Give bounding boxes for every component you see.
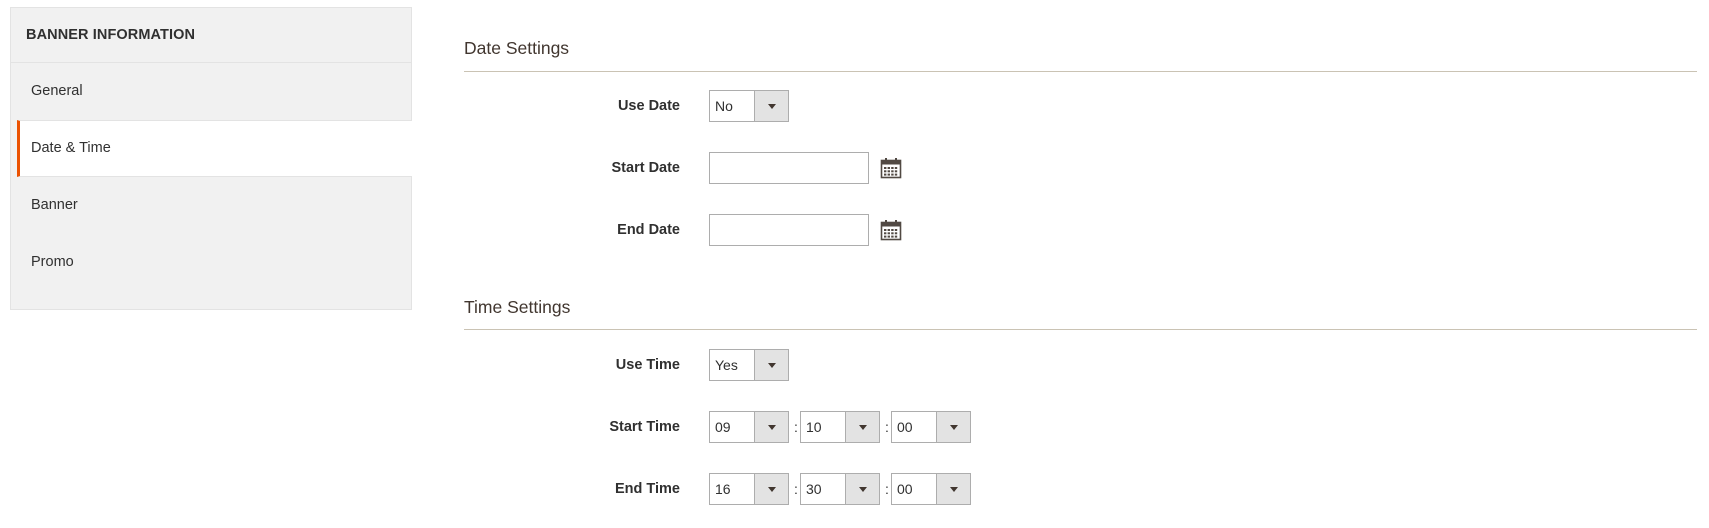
end-time-label: End Time	[615, 481, 680, 497]
time-separator: :	[794, 419, 798, 435]
end-time-hour-select[interactable]: 16	[709, 473, 789, 505]
start-time-minute-select[interactable]: 10	[800, 411, 880, 443]
chevron-down-icon	[845, 412, 879, 442]
use-time-select[interactable]: Yes	[709, 349, 789, 381]
calendar-icon[interactable]	[880, 219, 902, 241]
time-separator: :	[794, 481, 798, 497]
end-date-label: End Date	[617, 222, 680, 238]
start-time-minute-value: 10	[806, 419, 822, 435]
use-date-value: No	[715, 98, 733, 114]
chevron-down-icon	[754, 91, 788, 121]
end-time-second-value: 00	[897, 481, 913, 497]
use-time-label: Use Time	[615, 357, 680, 373]
end-time-minute-select[interactable]: 30	[800, 473, 880, 505]
sidebar-item-label: General	[31, 83, 83, 99]
time-separator: :	[885, 481, 889, 497]
sidebar-item-banner[interactable]: Banner	[11, 177, 411, 234]
chevron-down-icon	[845, 474, 879, 504]
sidebar-item-label: Promo	[31, 254, 74, 270]
sidebar-item-promo[interactable]: Promo	[11, 234, 411, 291]
end-date-input[interactable]	[709, 214, 869, 246]
start-time-second-value: 00	[897, 419, 913, 435]
start-date-label: Start Date	[611, 160, 681, 176]
calendar-icon[interactable]	[880, 157, 902, 179]
use-time-value: Yes	[715, 357, 738, 373]
end-time-hour-value: 16	[715, 481, 731, 497]
use-date-select[interactable]: No	[709, 90, 789, 122]
end-time-minute-value: 30	[806, 481, 822, 497]
chevron-down-icon	[754, 412, 788, 442]
start-time-second-select[interactable]: 00	[891, 411, 971, 443]
sidebar-item-label: Date & Time	[31, 140, 111, 156]
time-settings-divider	[464, 329, 1697, 330]
chevron-down-icon	[936, 474, 970, 504]
time-settings-title: Time Settings	[464, 297, 571, 317]
start-time-hour-value: 09	[715, 419, 731, 435]
sidebar-item-date-time[interactable]: Date & Time	[17, 120, 412, 177]
time-separator: :	[885, 419, 889, 435]
sidebar: BANNER INFORMATION General Date & Time B…	[10, 7, 412, 310]
date-settings-divider	[464, 71, 1697, 72]
date-settings-title: Date Settings	[464, 38, 570, 58]
start-time-hour-select[interactable]: 09	[709, 411, 789, 443]
sidebar-item-general[interactable]: General	[11, 63, 411, 120]
chevron-down-icon	[754, 350, 788, 380]
chevron-down-icon	[754, 474, 788, 504]
end-time-second-select[interactable]: 00	[891, 473, 971, 505]
use-date-label: Use Date	[617, 98, 680, 114]
start-time-label: Start Time	[609, 419, 680, 435]
start-date-input[interactable]	[709, 152, 869, 184]
sidebar-title: BANNER INFORMATION	[11, 8, 411, 63]
sidebar-item-label: Banner	[31, 197, 78, 213]
chevron-down-icon	[936, 412, 970, 442]
